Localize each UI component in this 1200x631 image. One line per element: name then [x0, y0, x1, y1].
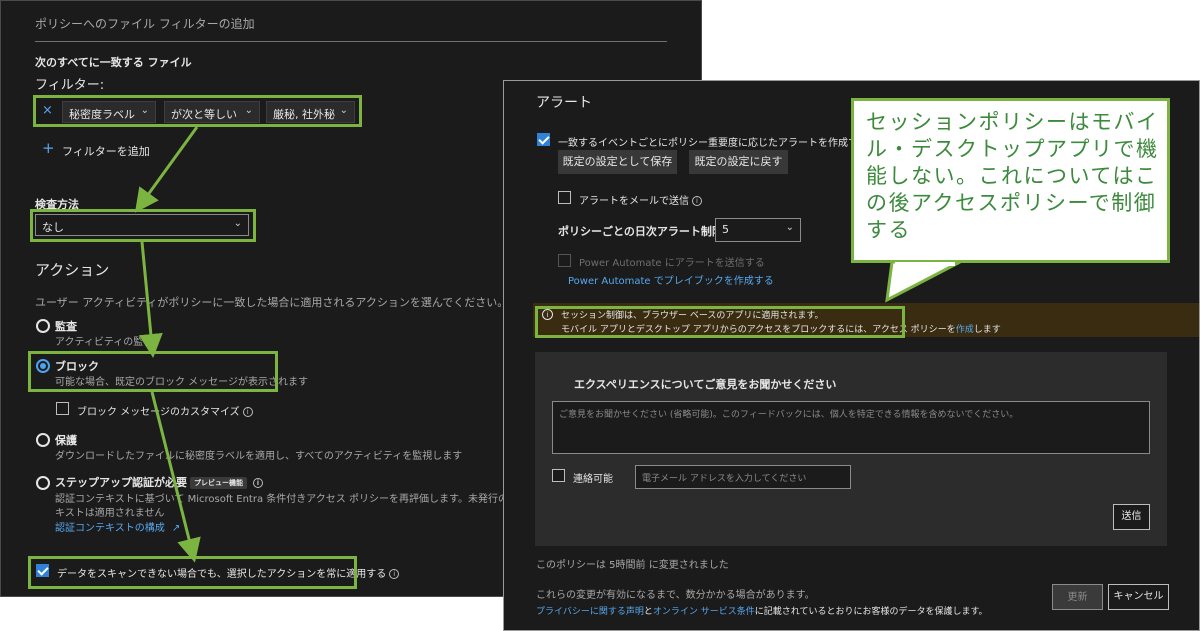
- callout-tail-cover: [895, 262, 955, 266]
